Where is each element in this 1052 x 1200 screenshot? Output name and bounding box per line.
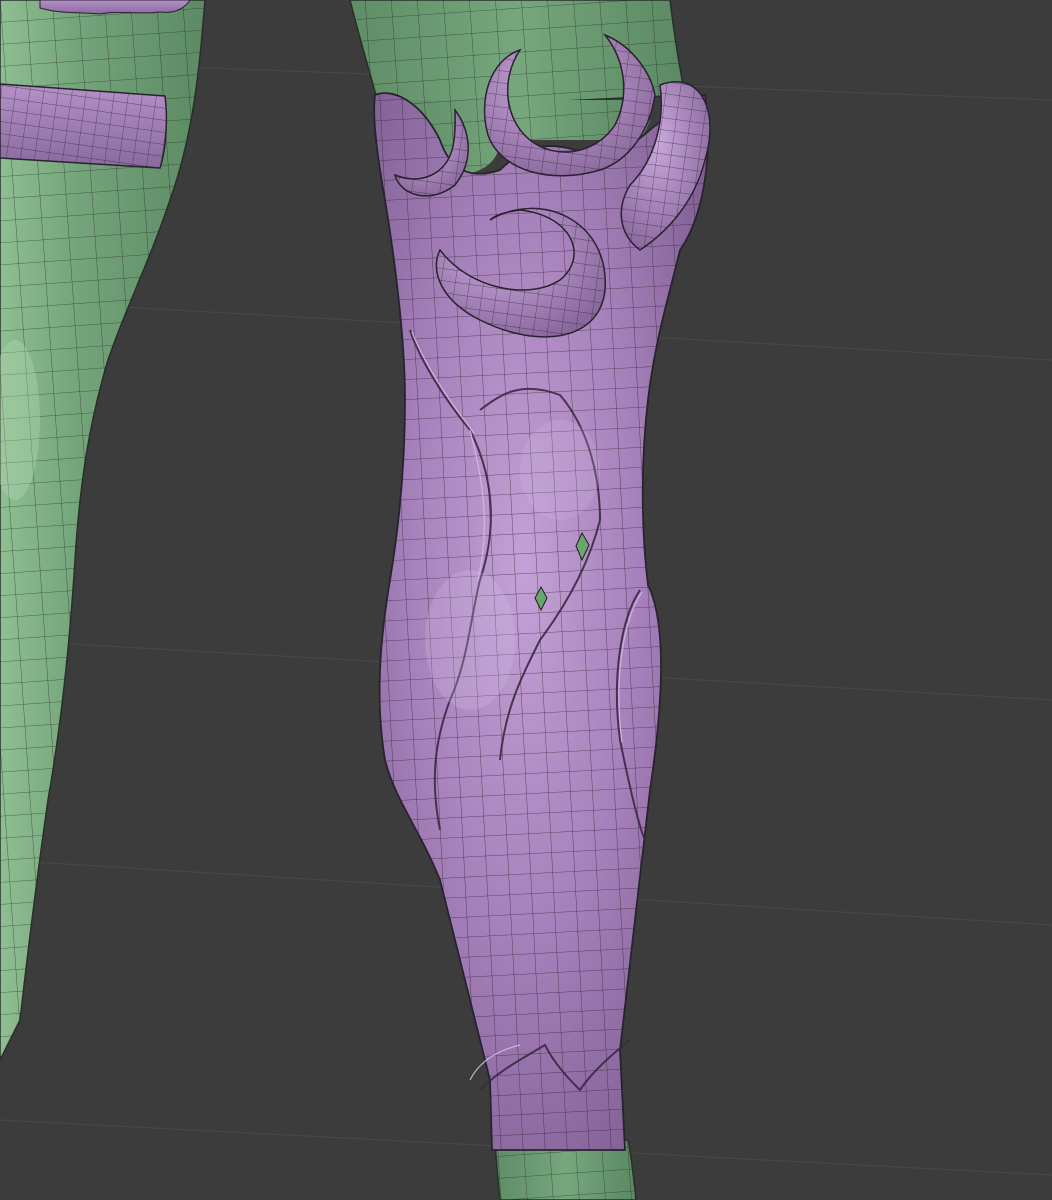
calf-highlight [425, 570, 515, 710]
left-frill-mesh[interactable] [39, 0, 191, 15]
3d-viewport[interactable] [0, 0, 1052, 1200]
knee-highlight [520, 420, 600, 520]
right-greave-mesh[interactable] [373, 92, 709, 1151]
viewport-scene[interactable] [0, 0, 1052, 1200]
left-thigh-band[interactable] [0, 83, 168, 169]
